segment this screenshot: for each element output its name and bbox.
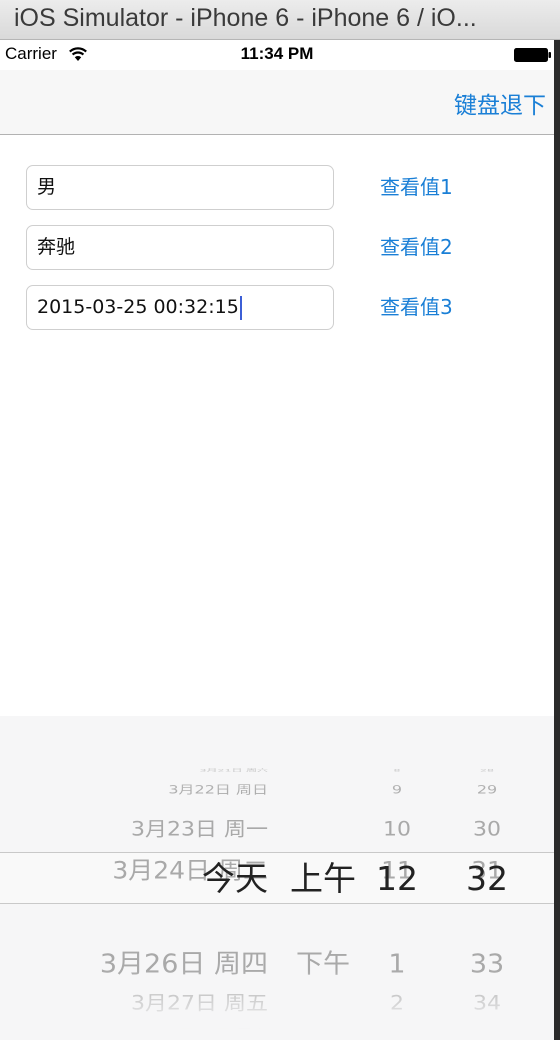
view-value-3-button[interactable]: 查看值3 [380, 285, 500, 330]
status-time: 11:34 PM [240, 44, 314, 63]
device-bezel [554, 40, 560, 1040]
status-bar: Carrier 11:34 PM [0, 40, 554, 70]
minutes-item[interactable]: 28 [453, 768, 521, 772]
dismiss-keyboard-button[interactable]: 键盘退下 [454, 86, 546, 120]
iphone-screen: Carrier 11:34 PM 键盘退下 男 查看值1 奔驰 查看值2 201… [0, 40, 554, 1040]
date-field-value: 2015-03-25 00:32:15 [37, 296, 239, 318]
navigation-bar: 键盘退下 [0, 70, 554, 135]
car-brand-text-field[interactable]: 奔驰 [26, 225, 334, 270]
simulator-title-bar: iOS Simulator - iPhone 6 - iPhone 6 / iO… [0, 0, 560, 40]
battery-icon [514, 48, 551, 62]
view-value-2-button[interactable]: 查看值2 [380, 225, 500, 270]
text-caret [239, 295, 242, 320]
minute-wheel[interactable]: 282930313233343536 [0, 716, 554, 1040]
minutes-item[interactable]: 33 [453, 951, 521, 977]
minutes-item[interactable]: 29 [453, 784, 521, 795]
window-title: iOS Simulator - iPhone 6 - iPhone 6 / iO… [14, 4, 477, 32]
minutes-item[interactable]: 32 [453, 862, 521, 895]
gender-text-field[interactable]: 男 [26, 165, 334, 210]
minutes-item[interactable]: 34 [453, 994, 521, 1013]
minutes-item[interactable]: 30 [453, 820, 521, 839]
date-text-field[interactable]: 2015-03-25 00:32:15 [26, 285, 334, 330]
minutes-item[interactable]: 35 [453, 1028, 521, 1039]
view-value-1-button[interactable]: 查看值1 [380, 165, 500, 210]
date-picker[interactable]: 3月21日 周六 3月22日 周日 3月23日 周一 3月24日 周二 今天 3月26日 … [0, 716, 554, 1040]
